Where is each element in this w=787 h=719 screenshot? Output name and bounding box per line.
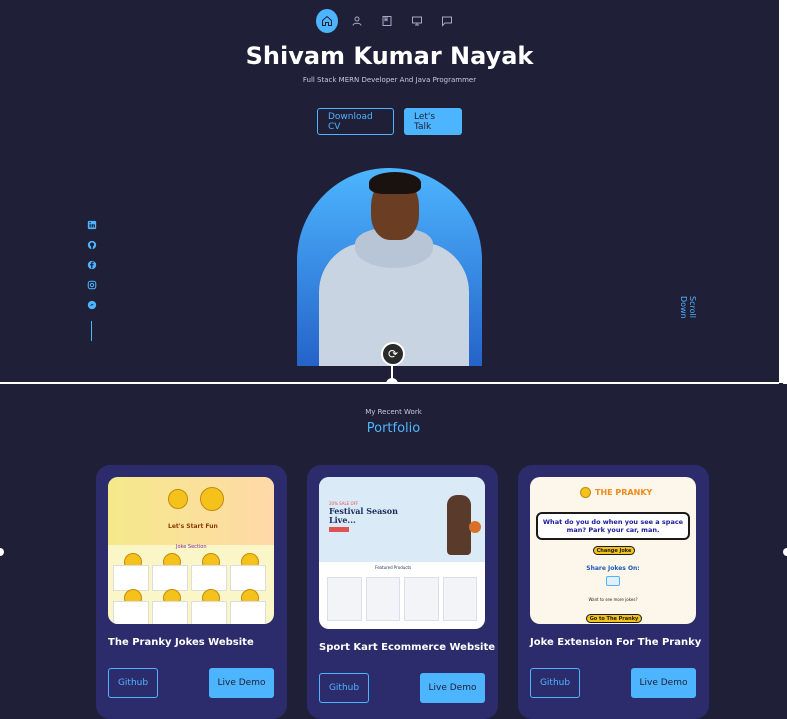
portfolio-title: Portfolio [366,421,421,436]
nav-about[interactable] [346,9,368,33]
live-demo-button[interactable]: Live Demo [420,673,485,703]
services-icon [412,16,422,26]
live-demo-button[interactable]: Live Demo [209,668,274,698]
laughing-emoji-icon [200,487,224,511]
pranky-logo: THE PRANKY [580,487,652,498]
page-edge [779,0,787,383]
download-cv-button[interactable]: Download CV [317,108,394,135]
lets-talk-button[interactable]: Let's Talk [404,108,462,135]
scroll-down-link[interactable]: Scroll Down [676,296,700,340]
preview-headline: Festival Season Live... [329,506,398,525]
social-line [91,321,92,341]
twitter-share-icon [606,576,620,586]
refresh-icon[interactable]: ⟳ [381,342,405,366]
home-icon [322,15,332,26]
portfolio-subtitle: My Recent Work [365,408,422,416]
nav-home[interactable] [316,9,338,33]
twitter-icon[interactable] [87,299,98,310]
edge-handle[interactable] [783,548,787,556]
social-links [86,219,98,310]
hero-role: Full Stack MERN Developer And Java Progr… [302,76,477,84]
hero-buttons: Download CV Let's Talk [0,108,779,135]
github-icon[interactable] [87,239,98,250]
github-button[interactable]: Github [108,668,158,698]
user-icon [352,16,362,26]
nav-services[interactable] [406,9,428,33]
project-screenshot: Let's Start Fun Joke Section [108,477,274,624]
project-title: Sport Kart Ecommerce Website [319,642,496,653]
hero-name: Shivam Kumar Nayak [245,42,534,70]
nav-experience[interactable] [376,9,398,33]
message-icon [442,16,452,27]
project-card: THE PRANKY What do you do when you see a… [518,465,709,719]
linkedin-icon[interactable] [87,219,98,230]
more-label: Want to see more jokes? [588,597,638,602]
preview-tagline: Let's Start Fun [168,523,218,530]
project-card: Let's Start Fun Joke Section The Pranky … [96,465,287,719]
project-screenshot: 20% SALE OFF Festival Season Live... Fea… [319,477,485,629]
project-screenshot: THE PRANKY What do you do when you see a… [530,477,696,624]
ball-image [469,521,481,533]
github-button[interactable]: Github [319,673,369,703]
preview-featured-label: Featured Products [375,565,412,570]
project-card: 20% SALE OFF Festival Season Live... Fea… [307,465,498,719]
top-nav [312,8,462,34]
profile-photo [297,168,482,366]
laughing-emoji-icon [168,489,188,509]
nav-contact[interactable] [436,9,458,33]
preview-section-label: Joke Section [176,544,207,550]
live-demo-button[interactable]: Live Demo [631,668,696,698]
github-button[interactable]: Github [530,668,580,698]
project-title: Joke Extension For The Pranky [530,637,702,648]
change-joke-pill: Change Joke [593,546,635,555]
player-image [447,495,471,555]
project-title: The Pranky Jokes Website [108,637,254,648]
share-label: Share Jokes On: [586,565,640,572]
facebook-icon[interactable] [87,259,98,270]
instagram-icon[interactable] [87,279,98,290]
book-icon [382,16,392,26]
go-pranky-pill: Go to The Pranky [586,614,642,623]
joke-text: What do you do when you see a space man?… [536,512,690,540]
